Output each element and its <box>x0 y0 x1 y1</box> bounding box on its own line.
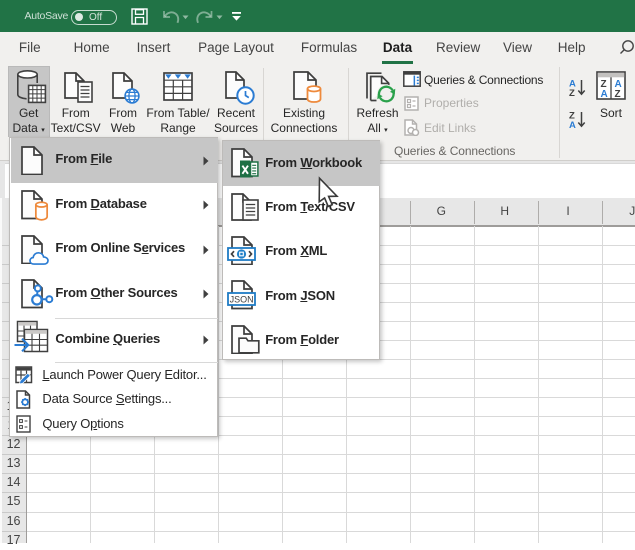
svg-text:A: A <box>569 120 576 129</box>
svg-text:Z: Z <box>615 89 621 100</box>
svg-text:Z: Z <box>569 88 575 97</box>
svg-text:A: A <box>601 89 608 100</box>
svg-text:JSON: JSON <box>230 294 254 304</box>
